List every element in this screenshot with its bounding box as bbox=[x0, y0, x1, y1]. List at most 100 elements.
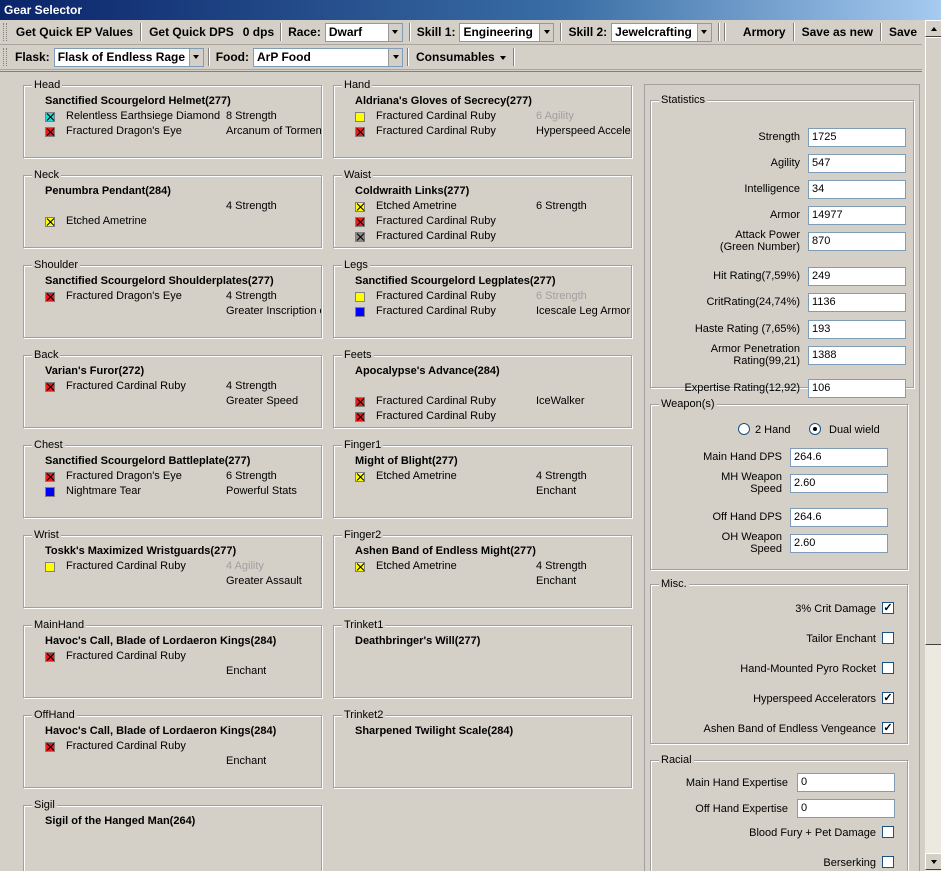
scroll-up-button[interactable] bbox=[925, 20, 941, 37]
gear-slot-waist[interactable]: Waist Coldwraith Links(277) Etched Ametrin… bbox=[333, 168, 632, 248]
item-name[interactable]: Aldriana's Gloves of Secrecy(277) bbox=[355, 95, 532, 107]
misc-checkbox[interactable]: ✓ bbox=[882, 722, 894, 734]
quick-dps-button[interactable]: Get Quick DPS bbox=[144, 25, 239, 39]
item-name[interactable]: Havoc's Call, Blade of Lordaeron Kings(2… bbox=[45, 725, 276, 737]
toolbar-grip[interactable] bbox=[3, 23, 7, 41]
gear-slot-feets[interactable]: Feets Apocalypse's Advance(284) Fractured … bbox=[333, 348, 632, 428]
stat-input[interactable]: 193 bbox=[808, 320, 906, 339]
item-name[interactable]: Penumbra Pendant(284) bbox=[45, 185, 171, 197]
stat-input[interactable]: 870 bbox=[808, 232, 906, 251]
gem-socket-icon[interactable] bbox=[45, 562, 55, 572]
quick-ep-button[interactable]: Get Quick EP Values bbox=[11, 25, 138, 39]
item-name[interactable]: Sanctified Scourgelord Shoulderplates(27… bbox=[45, 275, 274, 287]
gear-slot-back[interactable]: Back Varian's Furor(272) Fractured Cardina… bbox=[23, 348, 322, 428]
consumables-menu[interactable]: Consumables bbox=[411, 50, 511, 64]
armory-button[interactable]: Armory bbox=[738, 25, 791, 39]
stat-input[interactable]: 1136 bbox=[808, 293, 906, 312]
item-name[interactable]: Sharpened Twilight Scale(284) bbox=[355, 725, 513, 737]
gear-slot-legs[interactable]: Legs Sanctified Scourgelord Legplates(277… bbox=[333, 258, 632, 338]
weapon-input[interactable]: 264.6 bbox=[790, 448, 888, 467]
gem-socket-icon[interactable] bbox=[45, 487, 55, 497]
gear-slot-offhand[interactable]: OffHand Havoc's Call, Blade of Lordaeron … bbox=[23, 708, 322, 788]
item-name[interactable]: Havoc's Call, Blade of Lordaeron Kings(2… bbox=[45, 635, 276, 647]
gem-socket-icon[interactable] bbox=[355, 562, 365, 572]
gem-socket-icon[interactable] bbox=[45, 112, 55, 122]
stat-input[interactable]: 106 bbox=[808, 379, 906, 398]
gear-slot-hand[interactable]: Hand Aldriana's Gloves of Secrecy(277) Fra… bbox=[333, 78, 632, 158]
gem-socket-icon[interactable] bbox=[355, 217, 365, 227]
oh-expertise-input[interactable]: 0 bbox=[797, 799, 895, 818]
race-select[interactable]: Dwarf bbox=[324, 22, 403, 42]
chevron-down-icon[interactable] bbox=[387, 23, 402, 41]
gear-slot-wrist[interactable]: Wrist Toskk's Maximized Wristguards(277) F… bbox=[23, 528, 322, 608]
stat-input[interactable]: 249 bbox=[808, 267, 906, 286]
gem-socket-icon[interactable] bbox=[45, 217, 55, 227]
stat-input[interactable]: 547 bbox=[808, 154, 906, 173]
gem-socket-icon[interactable] bbox=[45, 742, 55, 752]
gem-socket-icon[interactable] bbox=[45, 292, 55, 302]
gem-socket-icon[interactable] bbox=[355, 412, 365, 422]
gem-socket-icon[interactable] bbox=[45, 472, 55, 482]
dual-wield-radio[interactable] bbox=[809, 423, 821, 435]
stat-input[interactable]: 1725 bbox=[808, 128, 906, 147]
skill1-select[interactable]: Engineering bbox=[459, 22, 555, 42]
misc-checkbox[interactable]: ✓ bbox=[882, 602, 894, 614]
gem-socket-icon[interactable] bbox=[355, 397, 365, 407]
misc-checkbox[interactable] bbox=[882, 632, 894, 644]
gear-slot-mainhand[interactable]: MainHand Havoc's Call, Blade of Lordaeron… bbox=[23, 618, 322, 698]
berserking-checkbox[interactable] bbox=[882, 856, 894, 868]
item-name[interactable]: Sanctified Scourgelord Helmet(277) bbox=[45, 95, 231, 107]
gear-slot-neck[interactable]: Neck Penumbra Pendant(284) 4 Strength Etche… bbox=[23, 168, 322, 248]
stat-input[interactable]: 1388 bbox=[808, 346, 906, 365]
skill2-select[interactable]: Jewelcrafting bbox=[611, 22, 712, 42]
weapon-input[interactable]: 2.60 bbox=[790, 474, 888, 493]
gear-slot-head[interactable]: Head Sanctified Scourgelord Helmet(277) Re… bbox=[23, 78, 322, 158]
gem-socket-icon[interactable] bbox=[355, 202, 365, 212]
item-name[interactable]: Sanctified Scourgelord Battleplate(277) bbox=[45, 455, 250, 467]
gem-socket-icon[interactable] bbox=[355, 112, 365, 122]
gear-slot-trinket1[interactable]: Trinket1 Deathbringer's Will(277) bbox=[333, 618, 632, 698]
chevron-down-icon[interactable] bbox=[388, 48, 403, 66]
save-as-new-button[interactable]: Save as new bbox=[797, 25, 878, 39]
item-name[interactable]: Might of Blight(277) bbox=[355, 455, 458, 467]
gear-slot-chest[interactable]: Chest Sanctified Scourgelord Battleplate(… bbox=[23, 438, 322, 518]
food-select[interactable]: ArP Food bbox=[253, 47, 404, 67]
gem-socket-icon[interactable] bbox=[45, 127, 55, 137]
weapon-input[interactable]: 264.6 bbox=[790, 508, 888, 527]
gem-socket-icon[interactable] bbox=[355, 127, 365, 137]
flask-select[interactable]: Flask of Endless Rage bbox=[53, 47, 204, 67]
save-button[interactable]: Save bbox=[884, 25, 922, 39]
gem-socket-icon[interactable] bbox=[45, 652, 55, 662]
gear-slot-trinket2[interactable]: Trinket2 Sharpened Twilight Scale(284) bbox=[333, 708, 632, 788]
weapon-input[interactable]: 2.60 bbox=[790, 534, 888, 553]
vertical-scrollbar[interactable] bbox=[924, 20, 941, 871]
misc-checkbox[interactable] bbox=[882, 662, 894, 674]
toolbar-grip[interactable] bbox=[3, 48, 7, 66]
item-name[interactable]: Apocalypse's Advance(284) bbox=[355, 365, 500, 377]
scroll-thumb[interactable] bbox=[925, 37, 941, 645]
stat-input[interactable]: 14977 bbox=[808, 206, 906, 225]
gem-socket-icon[interactable] bbox=[355, 292, 365, 302]
chevron-down-icon[interactable] bbox=[539, 23, 554, 41]
chevron-down-icon[interactable] bbox=[188, 48, 203, 66]
gear-slot-finger2[interactable]: Finger2 Ashen Band of Endless Might(277) E… bbox=[333, 528, 632, 608]
item-name[interactable]: Varian's Furor(272) bbox=[45, 365, 144, 377]
gear-slot-shoulder[interactable]: Shoulder Sanctified Scourgelord Shoulderp… bbox=[23, 258, 322, 338]
gear-slot-sigil[interactable]: Sigil Sigil of the Hanged Man(264) bbox=[23, 798, 322, 871]
gem-socket-icon[interactable] bbox=[45, 382, 55, 392]
gear-slot-finger1[interactable]: Finger1 Might of Blight(277) Etched Ametri… bbox=[333, 438, 632, 518]
scroll-down-button[interactable] bbox=[925, 853, 941, 870]
mh-expertise-input[interactable]: 0 bbox=[797, 773, 895, 792]
two-hand-radio[interactable] bbox=[738, 423, 750, 435]
chevron-down-icon[interactable] bbox=[696, 23, 711, 41]
item-name[interactable]: Coldwraith Links(277) bbox=[355, 185, 469, 197]
item-name[interactable]: Deathbringer's Will(277) bbox=[355, 635, 480, 647]
misc-checkbox[interactable]: ✓ bbox=[882, 692, 894, 704]
stat-input[interactable]: 34 bbox=[808, 180, 906, 199]
gem-socket-icon[interactable] bbox=[355, 307, 365, 317]
item-name[interactable]: Ashen Band of Endless Might(277) bbox=[355, 545, 536, 557]
item-name[interactable]: Sigil of the Hanged Man(264) bbox=[45, 815, 195, 827]
gem-socket-icon[interactable] bbox=[355, 232, 365, 242]
item-name[interactable]: Sanctified Scourgelord Legplates(277) bbox=[355, 275, 556, 287]
gem-socket-icon[interactable] bbox=[355, 472, 365, 482]
